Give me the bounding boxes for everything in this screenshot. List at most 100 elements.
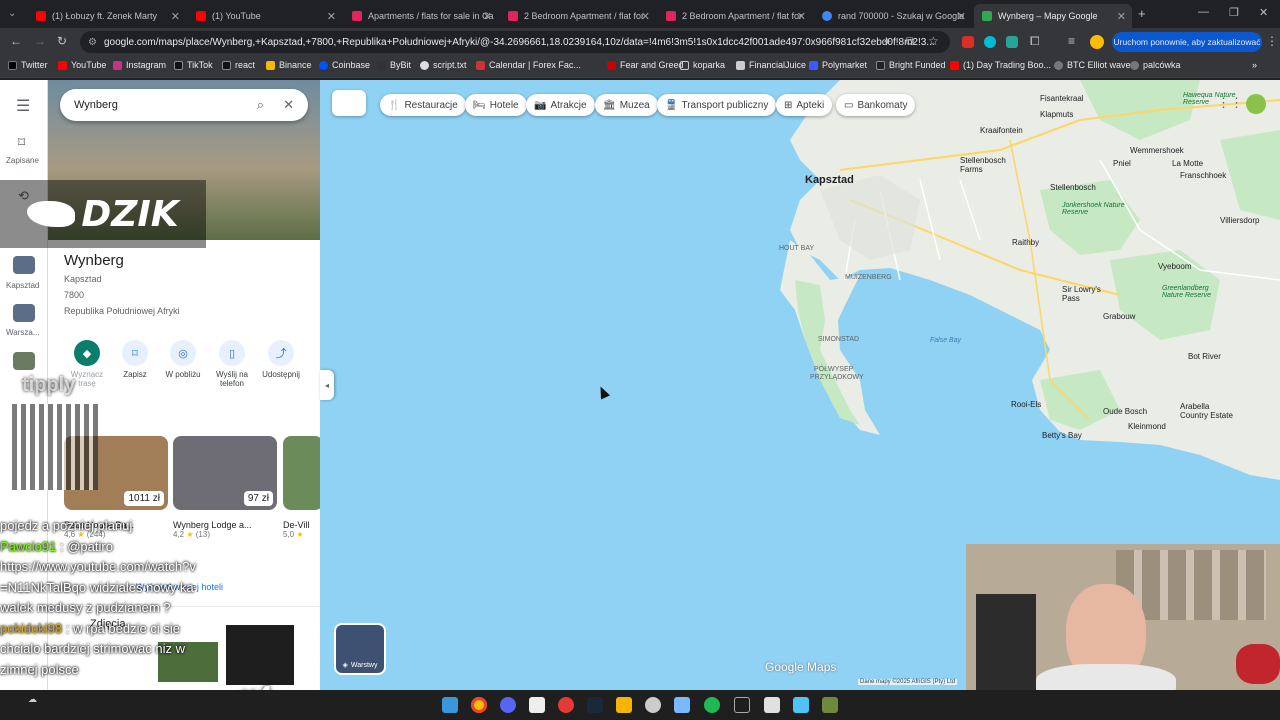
close-icon[interactable]: ✕ (1117, 10, 1126, 23)
map-label-bettys-bay[interactable]: Betty's Bay (1042, 431, 1082, 440)
map-label-arabella[interactable]: Arabella Country Estate (1180, 402, 1236, 420)
search-input[interactable]: Wynberg (74, 99, 118, 111)
chip-atms[interactable]: ▭ Bankomaty (836, 94, 916, 116)
bookmark-react[interactable]: react (222, 60, 255, 70)
collapse-panel-button[interactable]: ◂ (320, 370, 334, 400)
tab-3[interactable]: Apartments / flats for sale in Ca ✕ (344, 4, 498, 28)
map-label-kraaifontein[interactable]: Kraaifontein (980, 126, 1023, 135)
recent-thumb-warszawa[interactable] (13, 304, 35, 322)
clear-icon[interactable]: ✕ (283, 97, 294, 113)
map-label-przyladkowy[interactable]: PRZYLĄDKOWY (810, 374, 864, 381)
bookmark-koparka[interactable]: koparka (680, 60, 725, 70)
map-label-false-bay[interactable]: False Bay (930, 337, 961, 344)
new-tab-icon[interactable]: + (1138, 6, 1146, 21)
bookmark-instagram[interactable]: Instagram (113, 60, 166, 70)
chrome-icon[interactable] (471, 697, 487, 713)
spotify-icon[interactable] (704, 697, 720, 713)
bookmark-bybit[interactable]: ByBit (377, 60, 411, 70)
recent-thumb-kapsztad[interactable] (13, 256, 35, 274)
address-bar[interactable]: ⚙ google.com/maps/place/Wynberg,+Kapsztad… (80, 31, 950, 53)
bookmark-tiktok[interactable]: TikTok (174, 60, 213, 70)
save-button[interactable]: ⌑ Zapisz (110, 340, 160, 379)
photo-thumb[interactable] (226, 625, 294, 685)
chip-museums[interactable]: 🏛 Muzea (595, 94, 658, 116)
chip-pharmacies[interactable]: ⊞ Apteki (776, 94, 833, 116)
map-label-grabouw[interactable]: Grabouw (1103, 312, 1135, 321)
map-label-wemmershoek[interactable]: Wemmershoek (1130, 146, 1184, 155)
weather-icon[interactable]: ☁ (28, 694, 37, 705)
bookmark-youtube[interactable]: YouTube (58, 60, 106, 70)
bookmark-coinbase[interactable]: Coinbase (319, 60, 370, 70)
map-label-kleinmond[interactable]: Kleinmond (1128, 422, 1166, 431)
bookmarks-overflow-icon[interactable]: » (1252, 60, 1257, 70)
bookmark-fear-greed[interactable]: Fear and Greed (607, 60, 684, 70)
map-label-oude-bosch[interactable]: Oude Bosch (1103, 407, 1147, 416)
location-icon[interactable]: ⌖ (884, 34, 891, 49)
map-label-stellenbosch-farms[interactable]: Stellenbosch Farms (960, 156, 1020, 174)
bookmark-polymarket[interactable]: Polymarket (809, 60, 867, 70)
search-box[interactable]: Wynberg ⌕ ✕ (60, 89, 308, 121)
close-window-icon[interactable]: ✕ (1259, 6, 1268, 19)
tab-7-active[interactable]: Wynberg – Mapy Google ✕ (974, 4, 1132, 28)
map-type-toggle[interactable] (332, 90, 366, 116)
app-icon[interactable] (822, 697, 838, 713)
map-label-simonstad[interactable]: SIMONSTAD (818, 336, 859, 343)
reload-icon[interactable]: ↻ (57, 34, 67, 48)
map-label-klapmuts[interactable]: Klapmuts (1040, 110, 1073, 119)
menu-kebab-icon[interactable]: ⋮ (1266, 34, 1278, 48)
app-icon[interactable] (734, 697, 750, 713)
chip-transit[interactable]: 🚆 Transport publiczny (657, 94, 777, 116)
map-label-vyeboom[interactable]: Vyeboom (1158, 262, 1192, 271)
bookmark-script[interactable]: script.txt (420, 60, 467, 70)
tab-search-icon[interactable]: ⌄ (8, 8, 16, 19)
app-icon[interactable] (645, 697, 661, 713)
tab-1[interactable]: (1) Łobuzy ft. Zenek Marty ✕ (28, 4, 186, 28)
map-label-greenlandberg[interactable]: Greenlandberg Nature Reserve (1162, 285, 1226, 299)
update-button[interactable]: Uruchom ponownie, aby zaktualizować (1112, 32, 1262, 52)
map-label-villiersdorp[interactable]: Villiersdorp (1220, 216, 1259, 225)
extensions-puzzle-icon[interactable]: ⧠ (1030, 34, 1040, 49)
saved-label[interactable]: Zapisane (6, 156, 39, 165)
saved-icon[interactable]: ⌑ (18, 134, 25, 151)
map-label-muizenberg[interactable]: MUIZENBERG (845, 274, 892, 281)
profile-avatar[interactable] (1090, 35, 1104, 49)
menu-icon[interactable]: ☰ (16, 96, 30, 116)
map-label-rooi-els[interactable]: Rooi-Els (1011, 400, 1041, 409)
hotel-card-3[interactable]: De-Vill 5,0 ★ (283, 436, 320, 566)
app-icon[interactable] (764, 697, 780, 713)
map-label-fisantekraal[interactable]: Fisantekraal (1040, 94, 1084, 103)
extension-icon[interactable] (962, 36, 974, 48)
map-label-stellenbosch[interactable]: Stellenbosch (1050, 183, 1096, 192)
forward-icon[interactable]: → (34, 34, 46, 48)
tab-2[interactable]: (1) YouTube ✕ (188, 4, 342, 28)
map-label-la-motte[interactable]: La Motte (1172, 159, 1203, 168)
install-icon[interactable]: ⧉ (906, 34, 915, 49)
bookmark-binance[interactable]: Binance (266, 60, 312, 70)
app-icon[interactable] (793, 697, 809, 713)
app-icon[interactable] (558, 697, 574, 713)
close-icon[interactable]: ✕ (327, 10, 336, 23)
tab-6[interactable]: rand 700000 - Szukaj w Google ✕ (814, 4, 972, 28)
close-icon[interactable]: ✕ (171, 10, 180, 23)
search-icon[interactable]: ⌕ (257, 97, 264, 113)
extension-icon[interactable] (984, 36, 996, 48)
tab-5[interactable]: 2 Bedroom Apartment / flat for ✕ (658, 4, 812, 28)
map-label-polwysep[interactable]: PÓŁWYSEP (814, 366, 853, 373)
close-icon[interactable]: ✕ (641, 10, 650, 23)
bookmark-financialjuice[interactable]: FinancialJuice (736, 60, 806, 70)
extension-icon[interactable] (1006, 36, 1018, 48)
map-label-jonkershoek[interactable]: Jonkershoek Nature Reserve (1062, 202, 1126, 216)
share-button[interactable]: ⤴ Udostępnij (256, 340, 306, 379)
steam-icon[interactable] (587, 697, 603, 713)
map-label-hout-bay[interactable]: HOUT BAY (779, 245, 814, 252)
chip-hotels[interactable]: 🛏 Hotele (465, 94, 527, 116)
close-icon[interactable]: ✕ (483, 10, 492, 23)
map-label-bot-river[interactable]: Bot River (1188, 352, 1221, 361)
discord-icon[interactable] (500, 697, 516, 713)
send-to-phone-button[interactable]: ▯ Wyślij na telefon (207, 340, 257, 388)
chip-restaurants[interactable]: 🍴 Restauracje (380, 94, 466, 116)
close-icon[interactable]: ✕ (797, 10, 806, 23)
bookmark-day-trading[interactable]: (1) Day Trading Boo... (950, 60, 1051, 70)
bookmark-twitter[interactable]: Twitter (8, 60, 48, 70)
map-label-pniel[interactable]: Pniel (1113, 159, 1131, 168)
